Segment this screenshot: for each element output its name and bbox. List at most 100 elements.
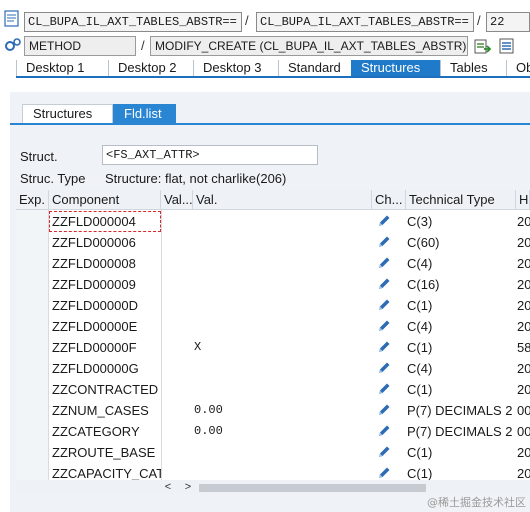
scroll-thumb[interactable] <box>199 484 426 492</box>
pencil-icon[interactable] <box>376 276 392 292</box>
he-cell[interactable]: 20 <box>514 316 530 337</box>
technical-type-cell[interactable]: C(60) <box>404 232 516 253</box>
technical-type-cell[interactable]: C(1) <box>404 295 516 316</box>
navigate-icon[interactable] <box>474 37 492 55</box>
value-cell[interactable] <box>191 211 351 232</box>
he-cell[interactable]: 20 <box>514 379 530 400</box>
he-cell[interactable]: 58 <box>514 337 530 358</box>
subtab-structures[interactable]: Structures <box>22 104 113 123</box>
table-row[interactable]: ZZFLD00000E C(4) 20 <box>16 316 530 337</box>
method-field[interactable]: MODIFY_CREATE (CL_BUPA_IL_AXT_TABLES_ABS… <box>150 36 468 56</box>
tab-desktop-3[interactable]: Desktop 3 <box>193 60 278 76</box>
technical-type-cell[interactable]: P(7) DECIMALS 2 <box>404 400 516 421</box>
col-header-change[interactable]: Ch... <box>372 190 406 210</box>
component-cell[interactable]: ZZROUTE_BASE <box>49 442 161 463</box>
value-cell[interactable] <box>191 253 351 274</box>
technical-type-cell[interactable]: C(1) <box>404 379 516 400</box>
col-header-val-short[interactable]: Val... <box>161 190 193 210</box>
tab-desktop-1[interactable]: Desktop 1 <box>16 60 108 76</box>
technical-type-cell[interactable]: C(1) <box>404 337 516 358</box>
line-field[interactable]: 22 <box>486 12 530 32</box>
he-cell[interactable]: 20 <box>514 358 530 379</box>
pencil-icon[interactable] <box>376 318 392 334</box>
technical-type-cell[interactable]: P(7) DECIMALS 2 <box>404 421 516 442</box>
he-cell[interactable]: 00 <box>514 400 530 421</box>
struct-input[interactable]: <FS_AXT_ATTR> <box>102 145 318 165</box>
pencil-icon[interactable] <box>376 381 392 397</box>
technical-type-cell[interactable]: C(4) <box>404 316 516 337</box>
table-row[interactable]: ZZCATEGORY 0.00 P(7) DECIMALS 2 00 <box>16 421 530 442</box>
pencil-icon[interactable] <box>376 423 392 439</box>
he-cell[interactable]: 20 <box>514 274 530 295</box>
component-cell[interactable]: ZZFLD00000F <box>49 337 161 358</box>
component-cell[interactable]: ZZNUM_CASES <box>49 400 161 421</box>
object-type-field[interactable]: METHOD <box>24 36 136 56</box>
table-row[interactable]: ZZCONTRACTED C(1) 20 <box>16 379 530 400</box>
value-cell[interactable] <box>191 379 351 400</box>
he-cell[interactable]: 20 <box>514 253 530 274</box>
table-row[interactable]: ZZFLD000008 C(4) 20 <box>16 253 530 274</box>
table-row[interactable]: ZZFLD00000G C(4) 20 <box>16 358 530 379</box>
value-cell[interactable] <box>191 274 351 295</box>
pencil-icon[interactable] <box>376 360 392 376</box>
col-header-val[interactable]: Val. <box>193 190 372 210</box>
he-cell[interactable]: 20 <box>514 232 530 253</box>
editor-icon[interactable] <box>4 10 20 28</box>
gears-icon[interactable] <box>4 37 22 53</box>
table-row[interactable]: ZZFLD00000F X C(1) 58 <box>16 337 530 358</box>
he-cell[interactable]: 20 <box>514 211 530 232</box>
display-icon[interactable] <box>498 37 516 55</box>
technical-type-cell[interactable]: C(4) <box>404 358 516 379</box>
pencil-icon[interactable] <box>376 297 392 313</box>
value-cell[interactable] <box>191 232 351 253</box>
technical-type-cell[interactable]: C(16) <box>404 274 516 295</box>
component-cell[interactable]: ZZFLD000008 <box>49 253 161 274</box>
scroll-right-button[interactable]: > <box>181 480 195 494</box>
value-cell[interactable]: X <box>191 337 351 358</box>
tab-standard[interactable]: Standard <box>278 60 351 76</box>
scroll-left-button[interactable]: < <box>161 480 175 494</box>
value-cell[interactable] <box>191 295 351 316</box>
col-header-exp[interactable]: Exp. <box>16 190 49 210</box>
value-cell[interactable] <box>191 358 351 379</box>
value-cell[interactable] <box>191 442 351 463</box>
pencil-icon[interactable] <box>376 402 392 418</box>
table-row[interactable]: ZZROUTE_BASE C(1) 20 <box>16 442 530 463</box>
value-cell[interactable]: 0.00 <box>191 400 351 421</box>
table-row[interactable]: ZZFLD00000D C(1) 20 <box>16 295 530 316</box>
pencil-icon[interactable] <box>376 255 392 271</box>
horizontal-scrollbar[interactable]: < > <box>16 480 530 494</box>
pencil-icon[interactable] <box>376 465 392 481</box>
tab-tables[interactable]: Tables <box>440 60 506 76</box>
tab-structures[interactable]: Structures <box>351 60 440 76</box>
component-cell[interactable]: ZZFLD000009 <box>49 274 161 295</box>
he-cell[interactable]: 20 <box>514 442 530 463</box>
value-cell[interactable] <box>191 316 351 337</box>
technical-type-cell[interactable]: C(1) <box>404 442 516 463</box>
pencil-icon[interactable] <box>376 444 392 460</box>
subtab-field-list[interactable]: Fld.list <box>113 104 176 123</box>
pencil-icon[interactable] <box>376 213 392 229</box>
pencil-icon[interactable] <box>376 234 392 250</box>
tab-desktop-2[interactable]: Desktop 2 <box>108 60 193 76</box>
pencil-icon[interactable] <box>376 339 392 355</box>
component-cell[interactable]: ZZFLD000006 <box>49 232 161 253</box>
col-header-component[interactable]: Component <box>49 190 161 210</box>
table-row[interactable]: ZZNUM_CASES 0.00 P(7) DECIMALS 2 00 <box>16 400 530 421</box>
table-row[interactable]: ZZFLD000009 C(16) 20 <box>16 274 530 295</box>
he-cell[interactable]: 00 <box>514 421 530 442</box>
component-cell[interactable]: ZZCATEGORY <box>49 421 161 442</box>
he-cell[interactable]: 20 <box>514 295 530 316</box>
include-field[interactable]: CL_BUPA_IL_AXT_TABLES_ABSTR== <box>256 12 474 32</box>
tab-objects[interactable]: Ob <box>506 60 530 76</box>
program-field[interactable]: CL_BUPA_IL_AXT_TABLES_ABSTR== <box>24 12 242 32</box>
component-cell[interactable]: ZZFLD00000D <box>49 295 161 316</box>
table-row[interactable]: ZZFLD000006 C(60) 20 <box>16 232 530 253</box>
col-header-technical-type[interactable]: Technical Type <box>406 190 516 210</box>
value-cell[interactable]: 0.00 <box>191 421 351 442</box>
technical-type-cell[interactable]: C(3) <box>404 211 516 232</box>
component-cell[interactable]: ZZFLD00000G <box>49 358 161 379</box>
component-cell[interactable]: ZZFLD00000E <box>49 316 161 337</box>
col-header-he[interactable]: He <box>516 190 530 210</box>
component-cell[interactable]: ZZCONTRACTED <box>49 379 161 400</box>
